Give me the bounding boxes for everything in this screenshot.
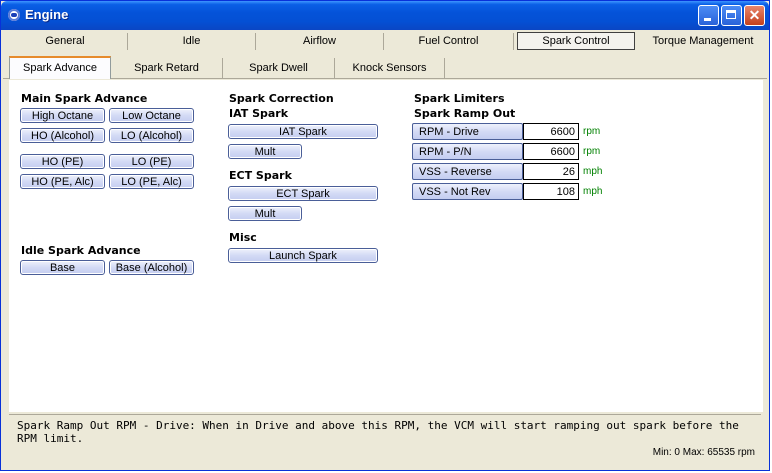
idle-base-button[interactable]: Base xyxy=(20,260,105,275)
ect-spark-button[interactable]: ECT Spark xyxy=(228,186,378,201)
tab-torque-management[interactable]: Torque Management xyxy=(639,33,767,50)
rpm-pn-label: RPM - P/N xyxy=(412,143,523,160)
tab-general[interactable]: General xyxy=(3,33,128,50)
vss-reverse-value[interactable]: 26 xyxy=(523,163,579,180)
ho-alcohol-button[interactable]: HO (Alcohol) xyxy=(20,128,105,143)
tab-airflow[interactable]: Airflow xyxy=(256,33,384,50)
ho-pe-button[interactable]: HO (PE) xyxy=(20,154,105,169)
main-tab-strip: General Idle Airflow Fuel Control Spark … xyxy=(3,31,767,51)
tab-knock-sensors[interactable]: Knock Sensors xyxy=(335,58,445,78)
lo-alcohol-button[interactable]: LO (Alcohol) xyxy=(109,128,194,143)
maximize-button[interactable] xyxy=(721,5,742,26)
tab-spark-dwell[interactable]: Spark Dwell xyxy=(223,58,335,78)
launch-spark-button[interactable]: Launch Spark xyxy=(228,248,378,263)
sub-tab-strip: Spark Advance Spark Retard Spark Dwell K… xyxy=(3,55,767,79)
tab-idle[interactable]: Idle xyxy=(128,33,256,50)
high-octane-button[interactable]: High Octane xyxy=(20,108,105,123)
rpm-drive-label: RPM - Drive xyxy=(412,123,523,140)
engine-window: Engine ✕ General Idle Airflow Fuel Contr… xyxy=(0,0,770,471)
misc-heading: Misc xyxy=(229,231,257,244)
ect-spark-heading: ECT Spark xyxy=(229,169,292,182)
vss-not-rev-unit: mph xyxy=(583,186,603,197)
idle-base-alcohol-button[interactable]: Base (Alcohol) xyxy=(109,260,194,275)
low-octane-button[interactable]: Low Octane xyxy=(109,108,194,123)
rpm-pn-value[interactable]: 6600 xyxy=(523,143,579,160)
tab-spark-retard[interactable]: Spark Retard xyxy=(111,58,223,78)
tab-spark-advance[interactable]: Spark Advance xyxy=(9,56,111,79)
value-range: Min: 0 Max: 65535 rpm xyxy=(652,447,755,458)
ho-pe-alc-button[interactable]: HO (PE, Alc) xyxy=(20,174,105,189)
spark-correction-heading: Spark Correction xyxy=(229,92,334,105)
lo-pe-button[interactable]: LO (PE) xyxy=(109,154,194,169)
iat-spark-heading: IAT Spark xyxy=(229,107,289,120)
vss-reverse-label: VSS - Reverse xyxy=(412,163,523,180)
main-spark-advance-heading: Main Spark Advance xyxy=(21,92,148,105)
window-title: Engine xyxy=(25,7,69,22)
spark-limiters-heading: Spark Limiters xyxy=(414,92,505,105)
iat-spark-button[interactable]: IAT Spark xyxy=(228,124,378,139)
rpm-drive-value[interactable]: 6600 xyxy=(523,123,579,140)
vss-reverse-unit: mph xyxy=(583,166,603,177)
idle-spark-advance-heading: Idle Spark Advance xyxy=(21,244,141,257)
app-icon[interactable] xyxy=(8,9,20,21)
ect-mult-button[interactable]: Mult xyxy=(228,206,302,221)
close-button[interactable]: ✕ xyxy=(744,5,765,26)
status-description: Spark Ramp Out RPM - Drive: When in Driv… xyxy=(17,419,739,445)
vss-not-rev-value[interactable]: 108 xyxy=(523,183,579,200)
iat-mult-button[interactable]: Mult xyxy=(228,144,302,159)
minimize-button[interactable] xyxy=(698,5,719,26)
spark-advance-panel: Main Spark Advance High Octane Low Octan… xyxy=(9,80,763,412)
close-icon: ✕ xyxy=(748,7,761,23)
status-panel: Spark Ramp Out RPM - Drive: When in Driv… xyxy=(9,414,761,465)
rpm-pn-unit: rpm xyxy=(583,146,601,157)
title-bar[interactable]: Engine ✕ xyxy=(1,1,769,30)
lo-pe-alc-button[interactable]: LO (PE, Alc) xyxy=(109,174,194,189)
tab-spark-control[interactable]: Spark Control xyxy=(517,32,635,50)
rpm-drive-unit: rpm xyxy=(583,126,601,137)
tab-fuel-control[interactable]: Fuel Control xyxy=(384,33,514,50)
spark-ramp-out-heading: Spark Ramp Out xyxy=(414,107,516,120)
vss-not-rev-label: VSS - Not Rev xyxy=(412,183,523,200)
